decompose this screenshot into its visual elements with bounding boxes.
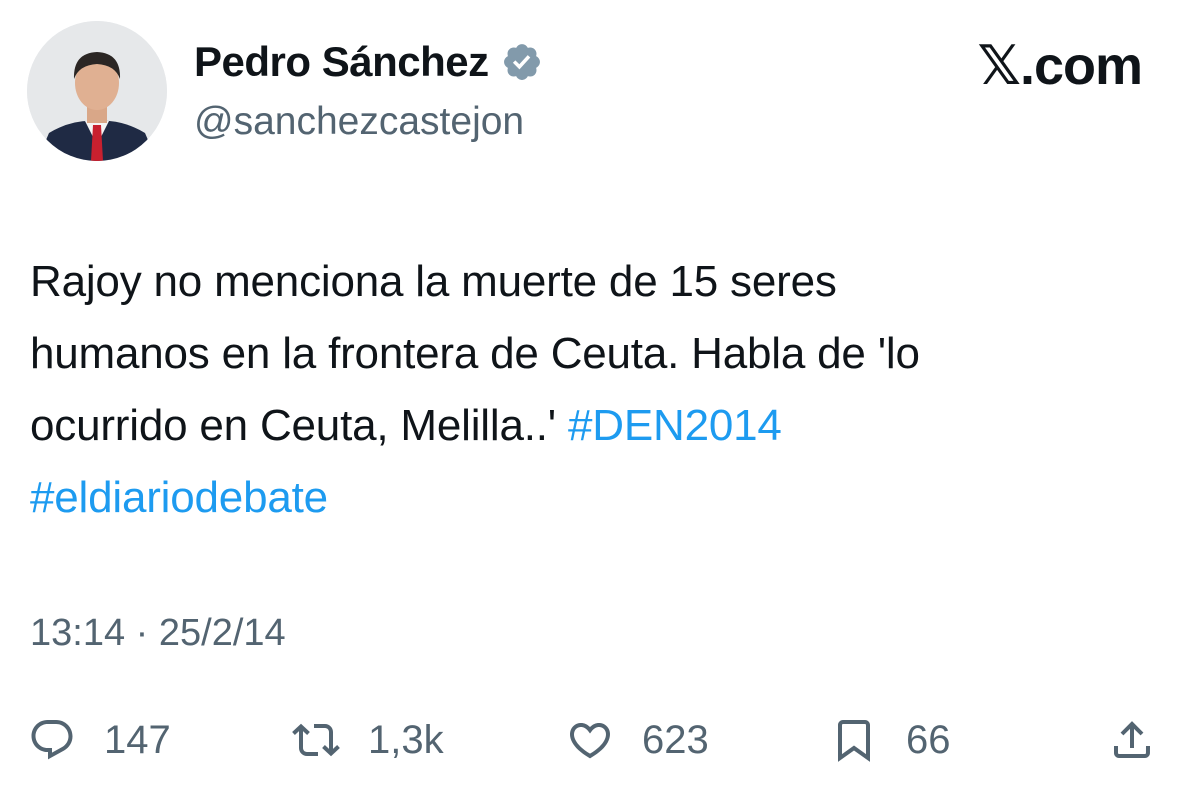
avatar-image <box>27 21 167 161</box>
tweet-text-line: humanos en la frontera de Ceuta. Habla d… <box>30 329 920 378</box>
reply-icon <box>28 716 76 764</box>
bookmark-icon <box>830 716 878 764</box>
tweet-text-line: Rajoy no menciona la muerte de 15 seres <box>30 257 837 306</box>
reply-button[interactable]: 147 <box>28 700 171 780</box>
author-display-name[interactable]: Pedro Sánchez <box>194 38 489 86</box>
tweet-header: Pedro Sánchez @sanchezcastejon 𝕏.com <box>0 0 1200 180</box>
like-button[interactable]: 623 <box>566 700 709 780</box>
tweet-text-segment: ocurrido en Ceuta, Melilla..' <box>30 401 568 450</box>
bookmark-button[interactable]: 66 <box>830 700 951 780</box>
bookmark-count: 66 <box>906 717 951 762</box>
tweet-card: Pedro Sánchez @sanchezcastejon 𝕏.com Raj… <box>0 0 1200 807</box>
author-handle[interactable]: @sanchezcastejon <box>194 100 524 144</box>
share-icon <box>1108 716 1156 764</box>
tweet-text-line: #eldiariodebate <box>30 462 1150 534</box>
tweet-timestamp[interactable]: 13:14 · 25/2/14 <box>30 612 286 655</box>
x-com-logo: 𝕏.com <box>977 36 1143 96</box>
repost-icon <box>292 716 340 764</box>
tweet-text-line: ocurrido en Ceuta, Melilla..' #DEN2014 <box>30 390 1150 462</box>
repost-count: 1,3k <box>368 717 444 762</box>
hashtag-link[interactable]: #DEN2014 <box>568 401 782 450</box>
hashtag-link[interactable]: #eldiariodebate <box>30 473 328 522</box>
repost-button[interactable]: 1,3k <box>292 700 444 780</box>
author-name-row: Pedro Sánchez <box>194 38 543 86</box>
verified-badge-icon <box>501 41 543 83</box>
like-count: 623 <box>642 717 709 762</box>
share-button[interactable] <box>1108 700 1156 780</box>
tweet-text: Rajoy no menciona la muerte de 15 seres … <box>30 246 1150 534</box>
avatar[interactable] <box>27 21 167 161</box>
reply-count: 147 <box>104 717 171 762</box>
tweet-actions-bar: 147 1,3k 623 66 <box>0 700 1200 780</box>
heart-icon <box>566 716 614 764</box>
